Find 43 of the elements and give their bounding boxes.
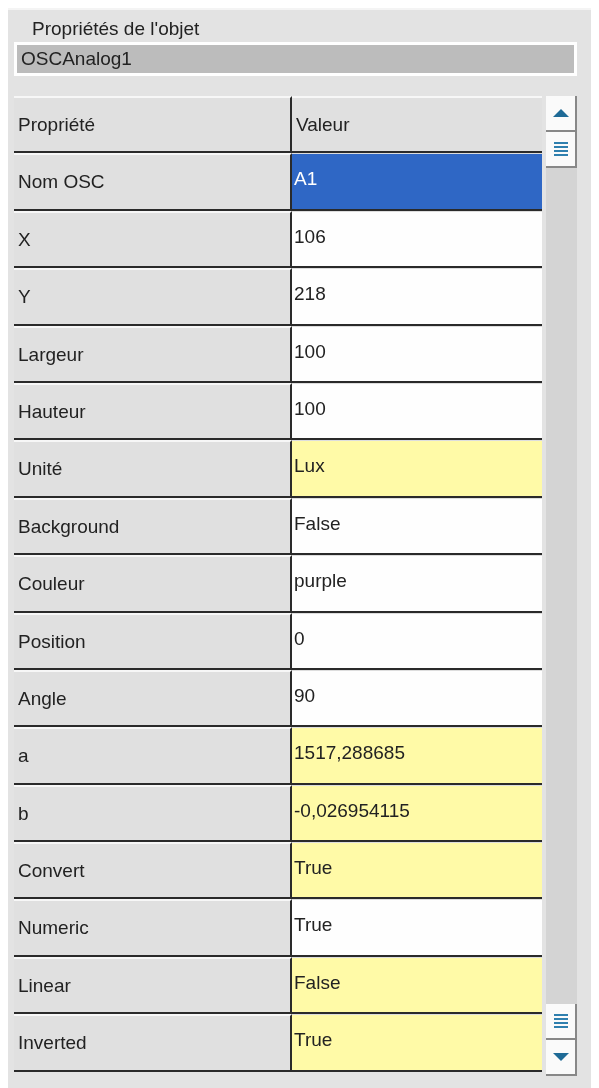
scrollbar[interactable] bbox=[546, 96, 577, 1076]
value-cell[interactable]: 106 bbox=[292, 210, 542, 267]
scroll-up-button[interactable] bbox=[546, 96, 577, 132]
down-arrow-icon bbox=[552, 1052, 569, 1062]
value-cell[interactable]: 100 bbox=[292, 382, 542, 439]
property-cell[interactable]: Angle bbox=[14, 669, 292, 726]
grip-icon bbox=[553, 141, 568, 157]
property-cell[interactable]: Hauteur bbox=[14, 382, 292, 439]
property-cell[interactable]: Background bbox=[14, 497, 292, 554]
property-cell[interactable]: Numeric bbox=[14, 899, 292, 955]
property-cell[interactable]: Unité bbox=[14, 440, 292, 496]
property-cell[interactable]: Couleur bbox=[14, 555, 292, 611]
property-cell[interactable]: Largeur bbox=[14, 325, 292, 381]
property-cell[interactable]: Position bbox=[14, 612, 292, 668]
up-arrow-icon bbox=[552, 108, 569, 118]
value-cell[interactable]: 0 bbox=[292, 612, 542, 668]
property-cell[interactable]: b bbox=[14, 784, 292, 841]
scroll-thumb[interactable] bbox=[546, 132, 577, 168]
value-cell[interactable]: True bbox=[292, 1014, 542, 1070]
value-cell[interactable]: 90 bbox=[292, 669, 542, 726]
scroll-down-button[interactable] bbox=[546, 1040, 577, 1076]
value-cell[interactable]: 100 bbox=[292, 325, 542, 381]
scroll-thumb[interactable] bbox=[546, 1004, 577, 1040]
value-cell[interactable]: 1517,288685 bbox=[292, 727, 542, 783]
property-cell[interactable]: Linear bbox=[14, 956, 292, 1013]
value-cell[interactable]: True bbox=[292, 899, 542, 955]
property-cell[interactable]: Y bbox=[14, 268, 292, 324]
value-cell[interactable]: False bbox=[292, 956, 542, 1013]
property-cell[interactable]: Inverted bbox=[14, 1014, 292, 1070]
property-cell[interactable]: Nom OSC bbox=[14, 153, 292, 209]
property-cell[interactable]: Convert bbox=[14, 842, 292, 898]
value-cell[interactable]: A1 bbox=[292, 153, 542, 209]
grip-icon bbox=[553, 1013, 568, 1029]
property-cell[interactable]: X bbox=[14, 210, 292, 267]
value-cell[interactable]: Lux bbox=[292, 440, 542, 496]
value-cell[interactable]: True bbox=[292, 842, 542, 898]
property-cell[interactable]: a bbox=[14, 727, 292, 783]
value-cell[interactable]: purple bbox=[292, 555, 542, 611]
value-cell[interactable]: 218 bbox=[292, 268, 542, 324]
value-cell[interactable]: False bbox=[292, 497, 542, 554]
value-cell[interactable]: -0,026954115 bbox=[292, 784, 542, 841]
column-header[interactable]: Propriété bbox=[14, 96, 292, 152]
object-name-field[interactable]: OSCAnalog1 bbox=[14, 42, 577, 76]
